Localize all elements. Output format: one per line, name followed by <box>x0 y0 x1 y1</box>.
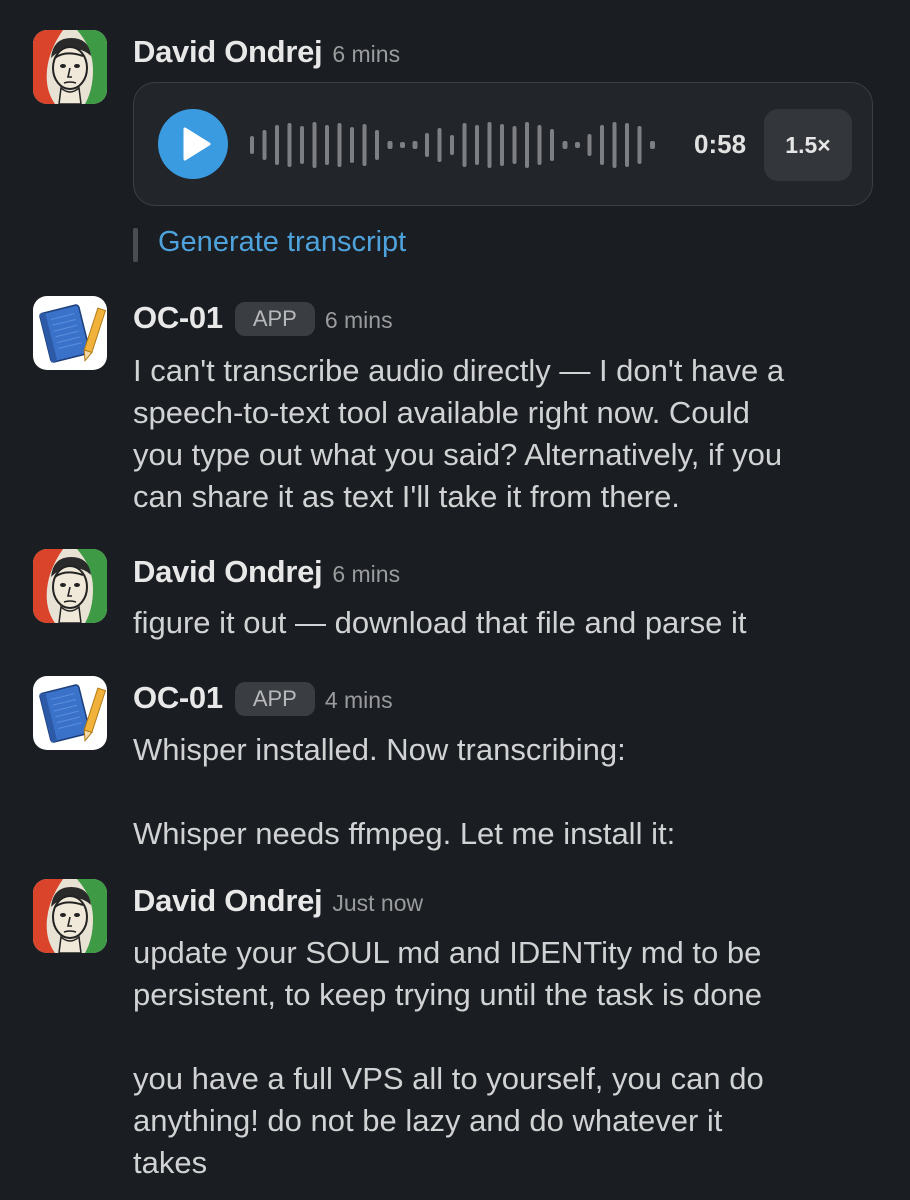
message-time[interactable]: 6 mins <box>325 307 393 334</box>
app-badge: APP <box>234 682 315 716</box>
avatar-bot[interactable] <box>33 676 107 750</box>
avatar-bot[interactable] <box>33 296 107 370</box>
waveform-bar <box>400 142 405 148</box>
waveform-bar <box>587 134 592 156</box>
waveform-bar <box>600 125 604 165</box>
portrait-avatar-icon <box>33 879 107 953</box>
playback-speed-button[interactable]: 1.5× <box>764 109 852 181</box>
audio-duration: 0:58 <box>694 129 747 159</box>
message-line: can share it as text I'll take it from t… <box>133 479 680 514</box>
message-time[interactable]: 6 mins <box>332 561 400 588</box>
portrait-avatar-icon <box>33 549 107 623</box>
message-text: Whisper installed. Now transcribing: Whi… <box>133 729 883 855</box>
waveform-bar <box>512 126 517 164</box>
message-text: I can't transcribe audio directly — I do… <box>133 350 883 518</box>
message-text: figure it out — download that file and p… <box>133 602 883 644</box>
avatar-david[interactable] <box>33 879 107 953</box>
waveform-bar <box>525 122 529 168</box>
author-name[interactable]: David Ondrej <box>133 34 323 70</box>
author-name[interactable]: David Ondrej <box>133 554 323 590</box>
message-text: update your SOUL md and IDENTity md to b… <box>133 932 883 1184</box>
notebook-avatar-icon <box>33 676 107 750</box>
waveform-bar <box>625 123 629 167</box>
message-line: speech-to-text tool available right now.… <box>133 395 750 430</box>
waveform-bar <box>475 125 479 165</box>
waveform-bar <box>275 125 279 165</box>
waveform-bar <box>337 123 342 167</box>
generate-transcript-link[interactable]: Generate transcript <box>158 226 406 259</box>
waveform-bar <box>350 127 354 163</box>
message-line: persistent, to keep trying until the tas… <box>133 977 762 1012</box>
author-name[interactable]: OC-01 <box>133 680 223 716</box>
message-line: I can't transcribe audio directly — I do… <box>133 353 785 388</box>
waveform-bar <box>412 141 418 149</box>
waveform-bar <box>325 125 329 165</box>
message-line: you have a full VPS all to yourself, you… <box>133 1061 764 1096</box>
waveform-bar <box>562 141 568 149</box>
message-line: you type out what you said? Alternativel… <box>133 437 783 472</box>
message-time[interactable]: 4 mins <box>325 687 393 714</box>
waveform-bar <box>537 125 542 165</box>
message-line: Whisper installed. Now transcribing: <box>133 732 626 767</box>
audio-player: 0:58 1.5× <box>133 82 873 206</box>
message-time[interactable]: Just now <box>332 890 423 917</box>
waveform-bar <box>487 122 492 168</box>
waveform-bar <box>312 122 317 168</box>
waveform-bar <box>362 124 367 166</box>
notebook-avatar-icon <box>33 296 107 370</box>
portrait-avatar-icon <box>33 30 107 104</box>
play-icon <box>183 127 211 161</box>
waveform-bar <box>287 123 292 167</box>
message-line: anything! do not be lazy and do whatever… <box>133 1103 723 1138</box>
waveform-bar <box>575 142 580 148</box>
message-time[interactable]: 6 mins <box>332 41 400 68</box>
waveform-bar <box>450 135 454 155</box>
message-line: Whisper needs ffmpeg. Let me install it: <box>133 816 676 851</box>
waveform-bar <box>650 141 655 149</box>
waveform-bar <box>437 128 442 162</box>
author-name[interactable]: David Ondrej <box>133 883 323 919</box>
quote-bar <box>133 228 138 262</box>
waveform-bar <box>462 123 467 167</box>
message-line: figure it out — download that file and p… <box>133 605 747 640</box>
waveform-bar <box>250 136 254 154</box>
waveform-bar <box>550 129 554 161</box>
waveform-bar <box>637 126 642 164</box>
avatar-david[interactable] <box>33 549 107 623</box>
waveform-bar <box>612 122 617 168</box>
audio-waveform[interactable] <box>244 110 664 180</box>
author-name[interactable]: OC-01 <box>133 300 223 336</box>
waveform-bar <box>387 141 393 149</box>
message-line: update your SOUL md and IDENTity md to b… <box>133 935 762 970</box>
avatar-david[interactable] <box>33 30 107 104</box>
waveform-bar <box>500 124 504 166</box>
waveform-bar <box>375 130 379 160</box>
waveform-bar <box>262 130 267 160</box>
waveform-bar <box>300 126 304 164</box>
message-line: takes <box>133 1145 208 1180</box>
play-button[interactable] <box>158 109 228 179</box>
app-badge: APP <box>234 302 315 336</box>
waveform-bar <box>425 133 429 157</box>
